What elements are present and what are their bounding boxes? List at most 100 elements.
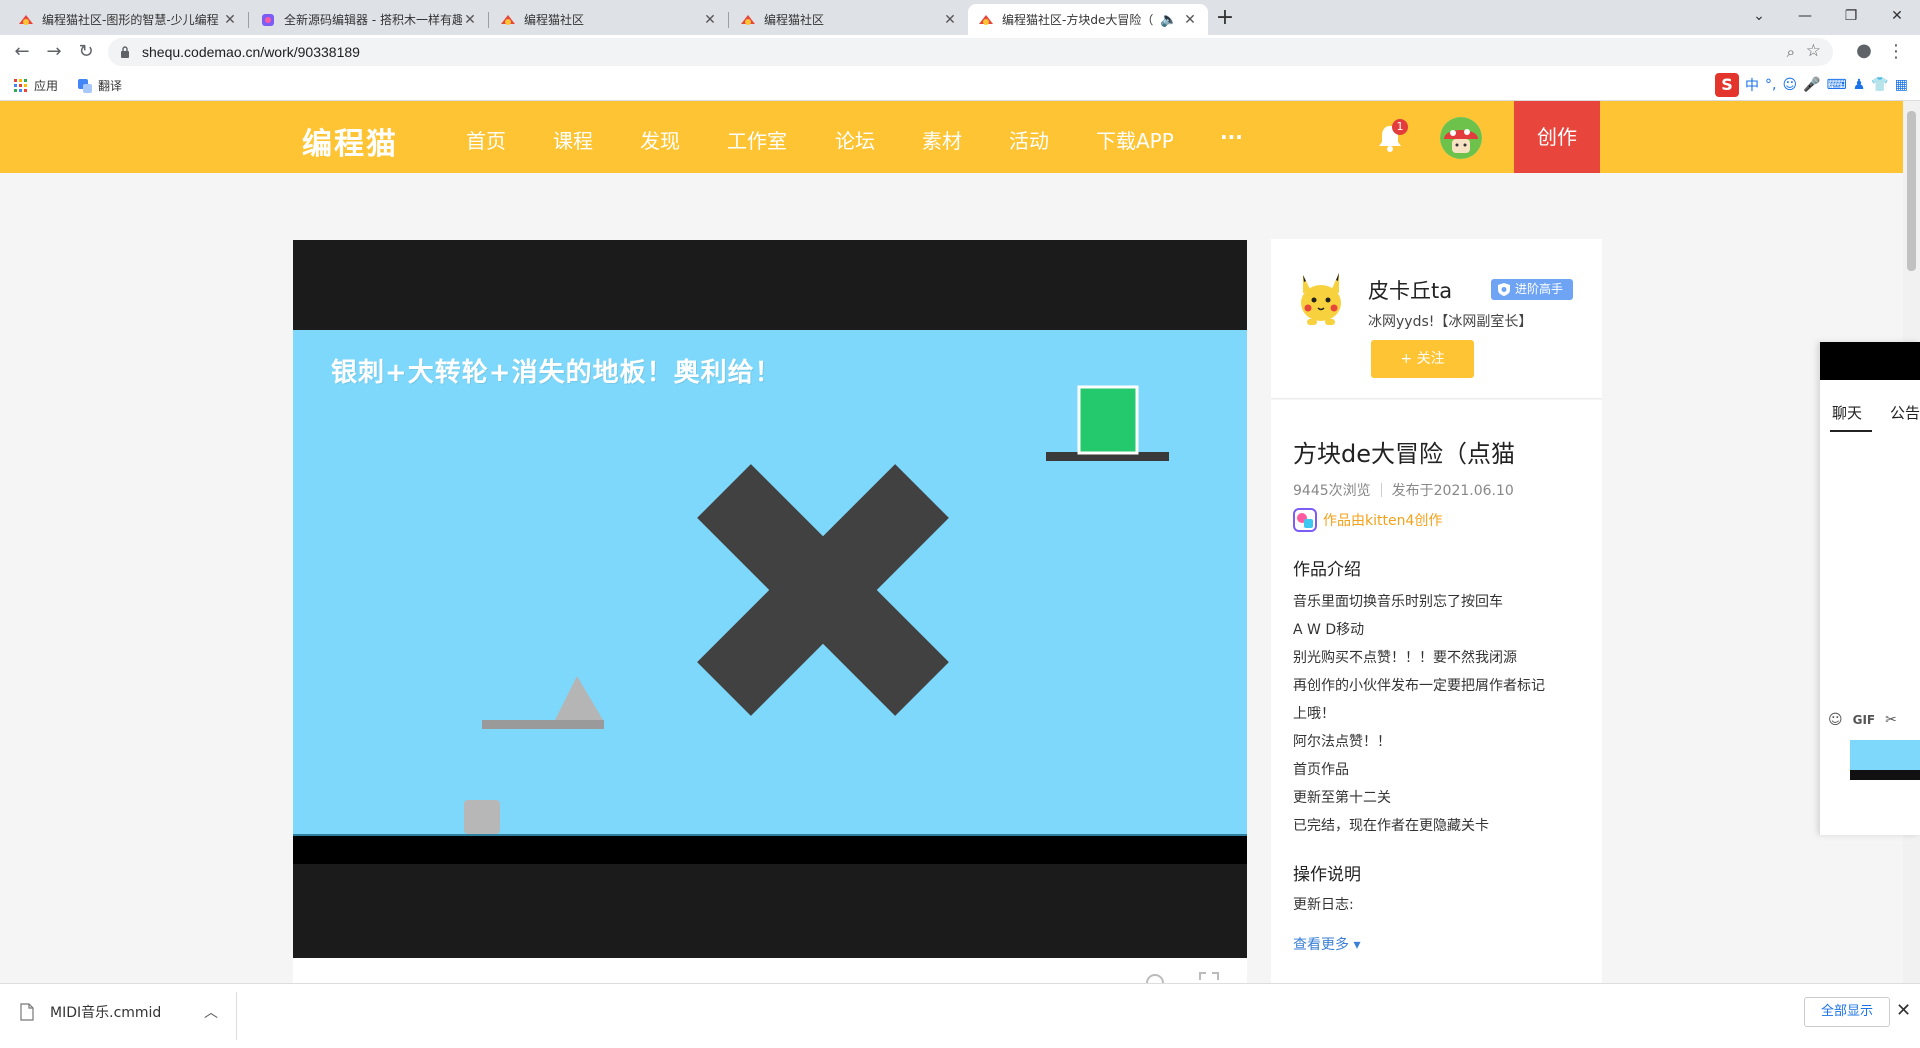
game-player[interactable]: 银刺+大转轮+消失的地板！奥利给！ <box>293 240 1247 958</box>
apps-grid-icon <box>14 78 27 92</box>
address-bar[interactable]: shequ.codemao.cn/work/90338189 ⌕ ☆ <box>108 38 1833 66</box>
tab-close-icon[interactable]: ✕ <box>702 12 718 28</box>
update-log-label: 更新日志: <box>1293 897 1354 913</box>
bookmark-translate[interactable]: 翻译 <box>78 77 122 94</box>
author-name[interactable]: 皮卡丘ta <box>1368 275 1452 305</box>
tab-close-icon[interactable]: ✕ <box>462 12 478 28</box>
nav-forum[interactable]: 论坛 <box>835 125 875 154</box>
tab-close-icon[interactable]: ✕ <box>1182 12 1198 28</box>
gif-button[interactable]: GIF <box>1853 713 1876 727</box>
ime-user-icon[interactable]: ♟ <box>1853 77 1866 93</box>
work-title: 方块de大冒险（点猫 <box>1293 440 1515 468</box>
chat-panel: 聊天 公告 ☺ GIF ✂ <box>1819 342 1920 835</box>
see-more-link[interactable]: 查看更多 ▾ <box>1293 934 1360 954</box>
download-divider <box>236 992 237 1040</box>
zoom-icon[interactable]: ⌕ <box>1787 43 1795 61</box>
author-level-badge: 进阶高手 <box>1491 279 1574 300</box>
url-text[interactable]: shequ.codemao.cn/work/90338189 <box>142 44 360 60</box>
new-tab-button[interactable]: + <box>1212 6 1238 32</box>
intro-line: 别光购买不点赞！！！要不然我闭源 <box>1293 650 1517 666</box>
browser-tab[interactable]: 全新源码编辑器 - 搭积木一样有趣 ✕ <box>250 4 488 35</box>
intro-line: 上哦！ <box>1293 706 1335 722</box>
show-all-button[interactable]: 全部显示 <box>1804 997 1890 1027</box>
restore-window-icon[interactable]: ❐ <box>1828 0 1874 35</box>
ime-voice-icon[interactable]: 🎤 <box>1803 77 1820 93</box>
profile-icon[interactable]: ● <box>1852 39 1876 63</box>
file-icon <box>20 1003 34 1021</box>
download-bar: MIDI音乐.cmmid ︿ 全部显示 ✕ <box>0 983 1920 1048</box>
browser-tab[interactable]: 编程猫社区 ✕ <box>490 4 728 35</box>
tab-divider <box>248 12 249 28</box>
publish-date: 发布于2021.06.10 <box>1391 483 1514 499</box>
back-arrow-icon[interactable]: ← <box>10 40 34 64</box>
scrollbar-thumb[interactable] <box>1907 111 1916 271</box>
site-logo[interactable]: 编程猫 <box>302 119 398 163</box>
tab-title: 编程猫社区 <box>764 13 825 27</box>
site-header: 编程猫 首页 课程 发现 工作室 论坛 素材 活动 下载APP ··· 1 创作 <box>0 101 1903 173</box>
author-signature: 冰网yyds!【冰网副室长】 <box>1368 314 1533 330</box>
emoji-icon[interactable]: ☺ <box>1828 712 1843 728</box>
close-download-bar-icon[interactable]: ✕ <box>1896 1000 1911 1021</box>
browser-menu-icon[interactable]: ⋮ <box>1884 40 1908 64</box>
forward-arrow-icon[interactable]: → <box>42 40 66 64</box>
browser-tab[interactable]: 编程猫社区 ✕ <box>730 4 968 35</box>
ime-punctuation-icon[interactable]: °, <box>1765 77 1776 93</box>
tab-close-icon[interactable]: ✕ <box>222 12 238 28</box>
tab-title: 全新源码编辑器 - 搭积木一样有趣 <box>284 13 462 27</box>
chevron-up-icon[interactable]: ︿ <box>204 1002 218 1022</box>
nav-discover[interactable]: 发现 <box>640 125 680 154</box>
intro-line: 再创作的小伙伴发布一定要把屑作者标记 <box>1293 678 1545 694</box>
made-with-link[interactable]: 作品由kitten4创作 <box>1293 508 1442 532</box>
download-item[interactable]: MIDI音乐.cmmid <box>20 1002 161 1022</box>
ime-keyboard-icon[interactable]: ⌨ <box>1827 77 1847 93</box>
audio-playing-icon[interactable]: 🔈 <box>1160 12 1177 28</box>
nav-materials[interactable]: 素材 <box>922 125 962 154</box>
minimize-window-icon[interactable]: — <box>1782 0 1828 35</box>
spinning-cross-obstacle <box>697 464 949 716</box>
nav-home[interactable]: 首页 <box>466 125 506 154</box>
browser-tab-active[interactable]: 编程猫社区-方块de大冒险（ 🔈 ✕ <box>968 4 1208 35</box>
tab-search-icon[interactable]: ⌄ <box>1736 0 1782 35</box>
game-stage[interactable]: 银刺+大转轮+消失的地板！奥利给！ <box>293 330 1247 834</box>
author-avatar[interactable] <box>1293 267 1349 327</box>
chat-header <box>1820 342 1920 380</box>
ops-heading: 操作说明 <box>1293 865 1361 885</box>
tab-close-icon[interactable]: ✕ <box>942 12 958 28</box>
game-scene <box>464 385 1169 834</box>
ime-language-label[interactable]: 中 <box>1745 75 1759 95</box>
middle-platform <box>482 720 604 729</box>
nav-studio[interactable]: 工作室 <box>727 125 787 154</box>
notification-badge: 1 <box>1392 119 1408 135</box>
intro-text: 音乐里面切换音乐时别忘了按回车 A W D移动 别光购买不点赞！！！要不然我闭源… <box>1293 588 1583 840</box>
bookmark-label: 应用 <box>34 79 59 93</box>
work-info-card: 方块de大冒险（点猫 9445次浏览 发布于2021.06.10 作品由kitt… <box>1271 400 1602 983</box>
tab-title: 编程猫社区-图形的智慧-少儿编程 <box>42 13 219 27</box>
chat-image-thumbnail[interactable] <box>1850 740 1920 780</box>
bookmark-apps[interactable]: 应用 <box>14 77 58 94</box>
ime-skin-icon[interactable]: 👕 <box>1871 77 1888 93</box>
codemao-favicon-icon <box>979 14 993 25</box>
sogou-logo-icon[interactable]: S <box>1715 73 1740 97</box>
restart-icon[interactable] <box>1145 974 1165 983</box>
chat-tab-notice[interactable]: 公告 <box>1890 402 1920 423</box>
chat-tab-chat[interactable]: 聊天 <box>1832 402 1862 423</box>
nav-events[interactable]: 活动 <box>1009 125 1049 154</box>
nav-download-app[interactable]: 下载APP <box>1096 125 1174 154</box>
scissors-icon[interactable]: ✂ <box>1885 712 1897 728</box>
user-avatar[interactable] <box>1440 117 1482 159</box>
fullscreen-icon[interactable] <box>1199 972 1219 983</box>
intro-line: A W D移动 <box>1293 622 1365 638</box>
nav-courses[interactable]: 课程 <box>553 125 593 154</box>
bookmark-star-icon[interactable]: ☆ <box>1806 41 1821 61</box>
create-button[interactable]: 创作 <box>1514 101 1600 173</box>
browser-tab[interactable]: 编程猫社区-图形的智慧-少儿编程 ✕ <box>8 4 248 35</box>
intro-line: 已完结，现在作者在更隐藏关卡 <box>1293 818 1489 834</box>
nav-more[interactable]: ··· <box>1220 125 1243 149</box>
ime-grid-icon[interactable]: ▦ <box>1895 77 1908 93</box>
intro-heading: 作品介绍 <box>1293 560 1361 580</box>
ime-emoji-icon[interactable]: ☺ <box>1783 77 1798 93</box>
made-with-label: 作品由kitten4创作 <box>1323 513 1443 529</box>
reload-icon[interactable]: ↻ <box>74 40 98 64</box>
close-window-icon[interactable]: ✕ <box>1874 0 1920 35</box>
follow-button[interactable]: + 关注 <box>1371 340 1474 378</box>
